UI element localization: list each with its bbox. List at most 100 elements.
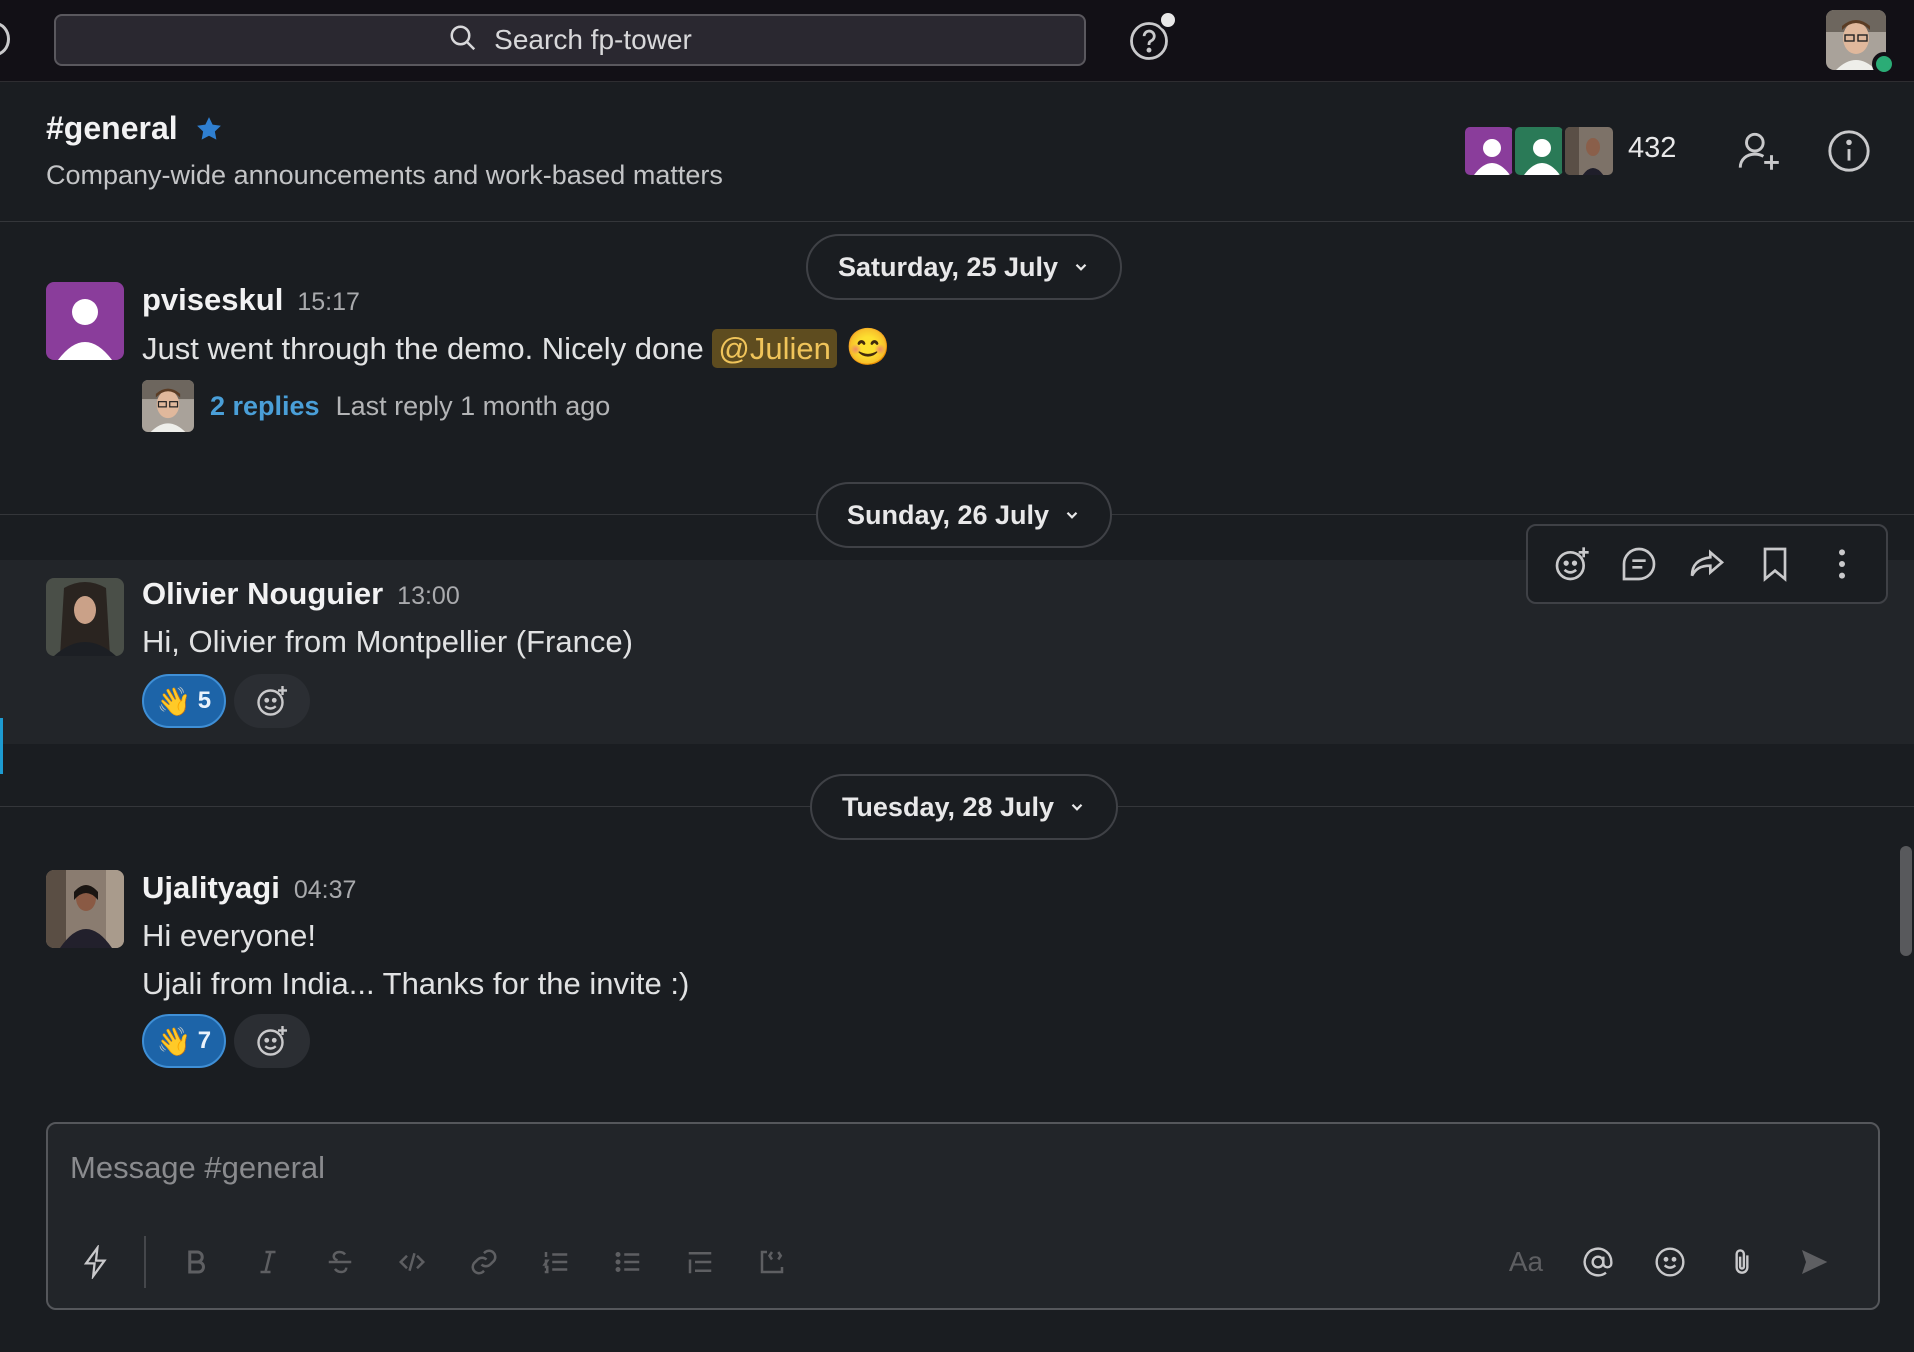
add-reaction-button[interactable] [234, 674, 310, 728]
reaction-wave[interactable]: 👋 7 [142, 1014, 226, 1068]
add-member-button[interactable] [1734, 126, 1784, 176]
share-icon [1690, 549, 1725, 577]
ordered-list-button[interactable] [528, 1234, 584, 1290]
notification-dot [1158, 10, 1178, 30]
more-icon [1839, 549, 1846, 579]
code-block-button[interactable] [744, 1234, 800, 1290]
code-block-icon [760, 1250, 784, 1274]
mention-button[interactable] [1570, 1234, 1626, 1290]
member-avatars[interactable] [1462, 124, 1616, 178]
member-avatar [1462, 124, 1516, 178]
timestamp[interactable]: 13:00 [397, 582, 460, 610]
link-icon [471, 1249, 497, 1275]
bold-button[interactable] [168, 1234, 224, 1290]
add-reaction-icon [257, 1026, 287, 1056]
message[interactable]: pviseskul 15:17 Just went through the dem… [0, 270, 1914, 440]
share-action[interactable] [1685, 542, 1729, 586]
history-control[interactable] [0, 22, 10, 56]
replies-link[interactable]: 2 replies [210, 391, 320, 422]
bulleted-list-button[interactable] [600, 1234, 656, 1290]
emoji-button[interactable] [1642, 1234, 1698, 1290]
bold-icon [188, 1250, 205, 1274]
shortcuts-button[interactable] [68, 1234, 124, 1290]
code-icon [398, 1252, 426, 1272]
add-reaction-icon [257, 686, 287, 716]
avatar[interactable] [46, 578, 124, 656]
search-bar[interactable]: Search fp-tower [54, 14, 1086, 66]
strikethrough-icon [328, 1250, 352, 1274]
timestamp[interactable]: 15:17 [297, 288, 360, 316]
italic-button[interactable] [240, 1234, 296, 1290]
star-icon[interactable] [194, 114, 224, 144]
info-icon [1828, 130, 1870, 172]
message-text: Hi, Olivier from Montpellier (France) [142, 624, 633, 659]
bulleted-list-icon [615, 1252, 640, 1272]
timestamp[interactable]: 04:37 [294, 876, 357, 904]
wave-emoji: 👋 [156, 685, 192, 717]
date-divider[interactable]: Tuesday, 28 July [810, 774, 1118, 840]
blockquote-icon [688, 1252, 712, 1274]
reply-in-thread-icon [1623, 547, 1656, 581]
chevron-down-icon [1071, 803, 1083, 811]
search-icon [448, 23, 478, 58]
reaction-wave[interactable]: 👋 5 [142, 674, 226, 728]
message-text-line: Ujali from India... Thanks for the invit… [142, 966, 690, 1001]
add-reaction-button[interactable] [234, 1014, 310, 1068]
ordered-list-icon [542, 1252, 568, 1274]
reply-avatar [142, 380, 194, 432]
user-mention[interactable]: @Julien [712, 329, 837, 368]
member-avatar [1512, 124, 1566, 178]
top-bar: Search fp-tower [0, 0, 1914, 82]
add-reaction-icon [1555, 547, 1589, 581]
author-name[interactable]: pviseskul 15:17 [142, 282, 360, 318]
channel-details-button[interactable] [1826, 128, 1872, 174]
author-name[interactable]: Olivier Nouguier 13:00 [142, 576, 460, 612]
italic-icon [260, 1250, 276, 1274]
message[interactable]: Ujalityagi 04:37 Hi everyone! Ujali from … [0, 860, 1914, 1080]
send-button[interactable] [1786, 1234, 1842, 1290]
smile-emoji: 😊 [845, 326, 891, 367]
member-count[interactable]: 432 [1628, 132, 1676, 165]
scrollbar[interactable] [1900, 846, 1912, 956]
date-label: Sunday, 26 July [846, 499, 1050, 530]
reply-in-thread-action[interactable] [1617, 542, 1661, 586]
message-text-line: Hi everyone! [142, 918, 317, 953]
link-button[interactable] [456, 1234, 512, 1290]
channel-description: Company-wide announcements and work-base… [46, 160, 723, 190]
attach-icon [1735, 1249, 1749, 1274]
code-button[interactable] [384, 1234, 440, 1290]
mention-icon [1583, 1247, 1613, 1277]
more-actions[interactable] [1820, 542, 1864, 586]
message-composer[interactable]: Message #general Aa [46, 1122, 1880, 1310]
avatar[interactable] [46, 870, 124, 948]
send-icon [1802, 1250, 1828, 1274]
member-avatar [1562, 124, 1616, 178]
search-placeholder: Search fp-tower [494, 24, 692, 55]
chevron-down-icon [1066, 511, 1078, 519]
toolbar-separator [144, 1236, 146, 1288]
author-name[interactable]: Ujalityagi 04:37 [142, 870, 356, 906]
save-action[interactable] [1753, 542, 1797, 586]
message-text: Just went through the demo. Nicely done … [142, 326, 891, 368]
reaction-count: 5 [197, 687, 212, 714]
channel-header: #general Company-wide announcements and … [0, 82, 1914, 222]
attach-button[interactable] [1714, 1234, 1770, 1290]
message-input[interactable]: Message #general [70, 1150, 325, 1186]
strikethrough-button[interactable] [312, 1234, 368, 1290]
last-reply-text: Last reply 1 month ago [335, 390, 611, 421]
reaction-count: 7 [197, 1027, 212, 1054]
channel-name: #general [46, 110, 178, 146]
blockquote-button[interactable] [672, 1234, 728, 1290]
add-reaction-action[interactable] [1550, 542, 1594, 586]
shortcuts-icon [83, 1245, 107, 1279]
unread-marker [0, 718, 3, 774]
date-divider[interactable]: Sunday, 26 July [816, 482, 1112, 548]
thread-summary[interactable]: 2 replies Last reply 1 month ago [142, 380, 610, 432]
presence-indicator [1872, 52, 1896, 76]
bookmark-icon [1763, 547, 1786, 582]
message-actions [1526, 524, 1888, 604]
channel-title[interactable]: #general [46, 110, 224, 147]
wave-emoji: 👋 [156, 1025, 192, 1057]
formatting-toggle[interactable]: Aa [1498, 1234, 1554, 1290]
avatar[interactable] [46, 282, 124, 360]
